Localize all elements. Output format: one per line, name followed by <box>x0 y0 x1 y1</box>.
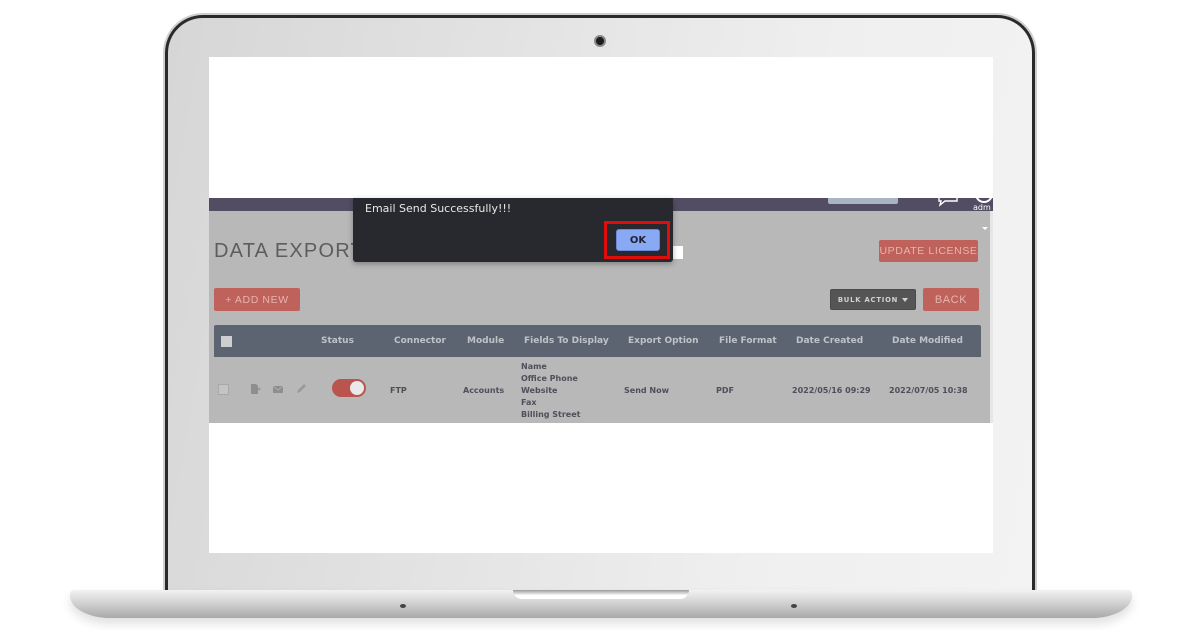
laptop-screen: adm DATA EXPORT UPDATE LICENSE + ADD NEW… <box>209 57 993 553</box>
cell-fields-to-display: Name Office Phone Website Fax Billing St… <box>521 361 580 421</box>
laptop-foot <box>400 604 406 608</box>
column-header-export-option[interactable]: Export Option <box>628 325 699 357</box>
laptop-foot <box>791 604 797 608</box>
add-new-button[interactable]: + ADD NEW <box>214 288 300 311</box>
alert-dialog: Email Send Successfully!!! OK <box>353 198 673 262</box>
cell-date-created: 2022/05/16 09:29 <box>792 386 871 395</box>
cell-connector: FTP <box>390 386 407 395</box>
laptop-mockup: adm DATA EXPORT UPDATE LICENSE + ADD NEW… <box>0 0 1200 630</box>
cell-file-format: PDF <box>716 386 734 395</box>
dropdown-caret-icon[interactable] <box>982 227 988 230</box>
table-row: FTP Accounts Name Office Phone Website F… <box>209 357 990 423</box>
field-item: Name <box>521 362 547 371</box>
cell-module: Accounts <box>463 386 505 395</box>
export-file-icon[interactable] <box>249 383 261 395</box>
dialog-message: Email Send Successfully!!! <box>365 202 512 215</box>
webcam-icon <box>594 35 606 47</box>
toggle-knob <box>350 381 364 395</box>
edit-pencil-icon[interactable] <box>295 383 307 395</box>
chevron-down-icon <box>902 297 909 302</box>
scrollbar[interactable] <box>990 211 993 423</box>
email-icon[interactable] <box>272 383 284 395</box>
cell-date-modified: 2022/07/05 10:38 <box>889 386 968 395</box>
select-all-checkbox[interactable] <box>221 336 232 347</box>
row-checkbox[interactable] <box>218 384 229 395</box>
user-avatar-icon[interactable] <box>975 185 993 203</box>
field-item: Billing Street <box>521 410 581 419</box>
bulk-action-dropdown[interactable]: BULK ACTION <box>830 289 916 310</box>
global-search-field[interactable] <box>828 198 898 204</box>
status-toggle[interactable] <box>332 379 366 397</box>
field-item: Fax <box>521 398 537 407</box>
column-header-date-modified[interactable]: Date Modified <box>892 325 963 357</box>
table-header: Status Connector Module Fields To Displa… <box>214 325 981 357</box>
cell-export-option: Send Now <box>624 386 669 395</box>
chat-icon[interactable] <box>937 189 959 207</box>
title-checkbox[interactable] <box>672 246 683 259</box>
column-header-date-created[interactable]: Date Created <box>796 325 863 357</box>
bulk-action-label: BULK ACTION <box>837 295 899 304</box>
update-license-button[interactable]: UPDATE LICENSE <box>879 240 978 262</box>
column-header-status[interactable]: Status <box>321 325 354 357</box>
ok-button[interactable]: OK <box>616 229 660 251</box>
column-header-fields[interactable]: Fields To Display <box>524 325 609 357</box>
page-title: DATA EXPORT <box>214 240 364 262</box>
column-header-module[interactable]: Module <box>467 325 504 357</box>
column-header-connector[interactable]: Connector <box>394 325 446 357</box>
laptop-opening-notch <box>513 590 689 599</box>
field-item: Office Phone <box>521 374 578 383</box>
column-header-file-format[interactable]: File Format <box>719 325 777 357</box>
field-item: Website <box>521 386 558 395</box>
back-button[interactable]: BACK <box>923 288 979 311</box>
